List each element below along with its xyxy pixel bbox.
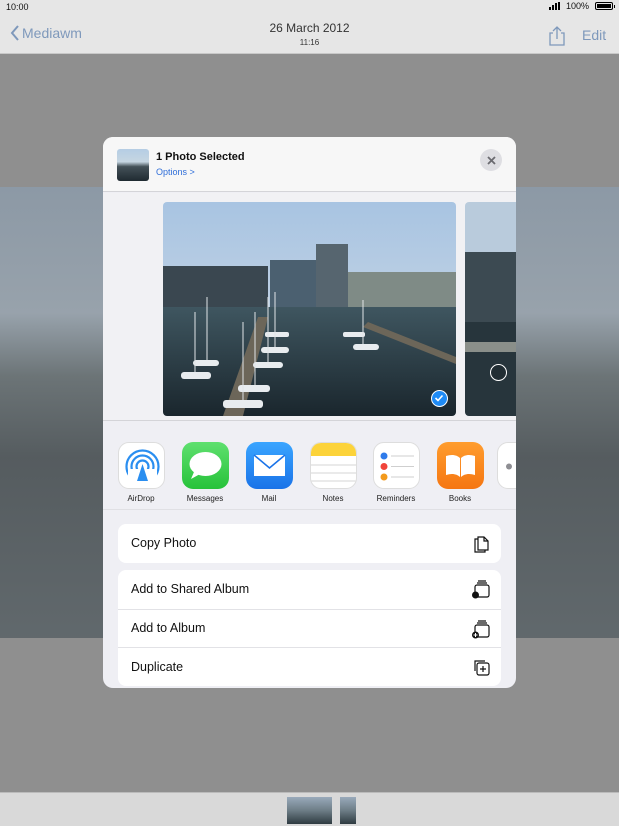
signal-icon: [548, 2, 560, 10]
add-album-icon: [472, 619, 490, 638]
notepad-glyph: [310, 443, 356, 482]
app-mail[interactable]: Mail: [244, 442, 294, 503]
airdrop-glyph: [124, 449, 160, 485]
checklist-glyph: [380, 452, 414, 481]
app-label: M: [495, 494, 516, 503]
nav-subtitle: 11:16: [299, 38, 320, 47]
app-more[interactable]: M: [495, 442, 516, 503]
speech-bubble-glyph: [189, 452, 221, 479]
messages-icon: [181, 442, 229, 489]
books-icon: [436, 442, 484, 489]
share-icon[interactable]: [548, 26, 566, 46]
status-bar: 10:00 100%: [0, 0, 619, 14]
next-photo: [465, 202, 516, 416]
navigation-bar: Mediawm 26 March 2012 11:16 Edit: [0, 14, 619, 54]
harbour-photo: [163, 202, 456, 416]
selected-photo-thumbnail: [117, 149, 149, 181]
checkmark-icon: [434, 394, 444, 402]
app-label: Reminders: [376, 494, 416, 503]
app-label: Mail: [261, 494, 277, 503]
filmstrip: [0, 792, 619, 826]
reminders-icon: [372, 442, 420, 489]
edit-button[interactable]: Edit: [582, 27, 606, 43]
add-to-shared-album-action[interactable]: Add to Shared Album: [118, 570, 501, 609]
close-button[interactable]: [480, 149, 502, 171]
more-dots-glyph: [505, 463, 512, 470]
filmstrip-thumb[interactable]: [340, 797, 356, 824]
add-to-album-action[interactable]: Add to Album: [118, 608, 501, 648]
open-book-glyph: [445, 454, 475, 477]
status-time: 10:00: [6, 2, 29, 12]
app-airdrop[interactable]: AirDrop: [116, 442, 166, 503]
airdrop-icon: [117, 442, 165, 489]
unselected-checkmark[interactable]: [490, 364, 507, 381]
app-label: AirDrop: [127, 494, 155, 503]
notes-icon: [309, 442, 357, 489]
duplicate-icon: [474, 660, 490, 676]
selection-title: 1 Photo Selected: [156, 151, 245, 163]
app-notes[interactable]: Notes: [308, 442, 358, 503]
action-group-copy: Copy Photo: [118, 524, 501, 563]
selected-checkmark[interactable]: [431, 390, 448, 407]
status-right: 100%: [548, 1, 615, 11]
app-label: Books: [448, 494, 472, 503]
app-label: Notes: [322, 494, 344, 503]
action-label: Add to Album: [131, 621, 206, 636]
filmstrip-thumb[interactable]: [287, 797, 332, 824]
battery-icon: [595, 2, 615, 10]
share-sheet-header: 1 Photo Selected Options >: [103, 137, 516, 192]
shared-album-icon: [472, 580, 490, 599]
copy-icon: [474, 536, 489, 553]
action-label: Copy Photo: [131, 536, 197, 551]
nav-title: 26 March 2012: [269, 21, 350, 35]
preview-photo-next[interactable]: [465, 202, 516, 416]
app-label: Messages: [186, 494, 224, 503]
action-label: Duplicate: [131, 659, 184, 674]
app-books[interactable]: Books: [435, 442, 485, 503]
copy-photo-action[interactable]: Copy Photo: [118, 524, 501, 563]
preview-photo-selected[interactable]: [163, 202, 456, 416]
envelope-glyph: [252, 454, 286, 476]
share-apps-row: AirDrop Messages Mail Notes Reminders Bo…: [103, 420, 516, 510]
share-sheet: 1 Photo Selected Options > AirDrop Messa…: [103, 137, 516, 688]
photo-preview-carousel: [103, 193, 516, 420]
battery-percent: 100%: [565, 1, 589, 11]
duplicate-action[interactable]: Duplicate: [118, 647, 501, 686]
action-group-album: Add to Shared Album Add to Album Duplica…: [118, 570, 501, 686]
app-reminders[interactable]: Reminders: [371, 442, 421, 503]
close-icon: [486, 155, 496, 165]
app-messages[interactable]: Messages: [180, 442, 230, 503]
more-app-icon: [496, 442, 516, 489]
options-link[interactable]: Options >: [156, 167, 195, 177]
mail-icon: [245, 442, 293, 489]
action-label: Add to Shared Album: [131, 582, 250, 597]
